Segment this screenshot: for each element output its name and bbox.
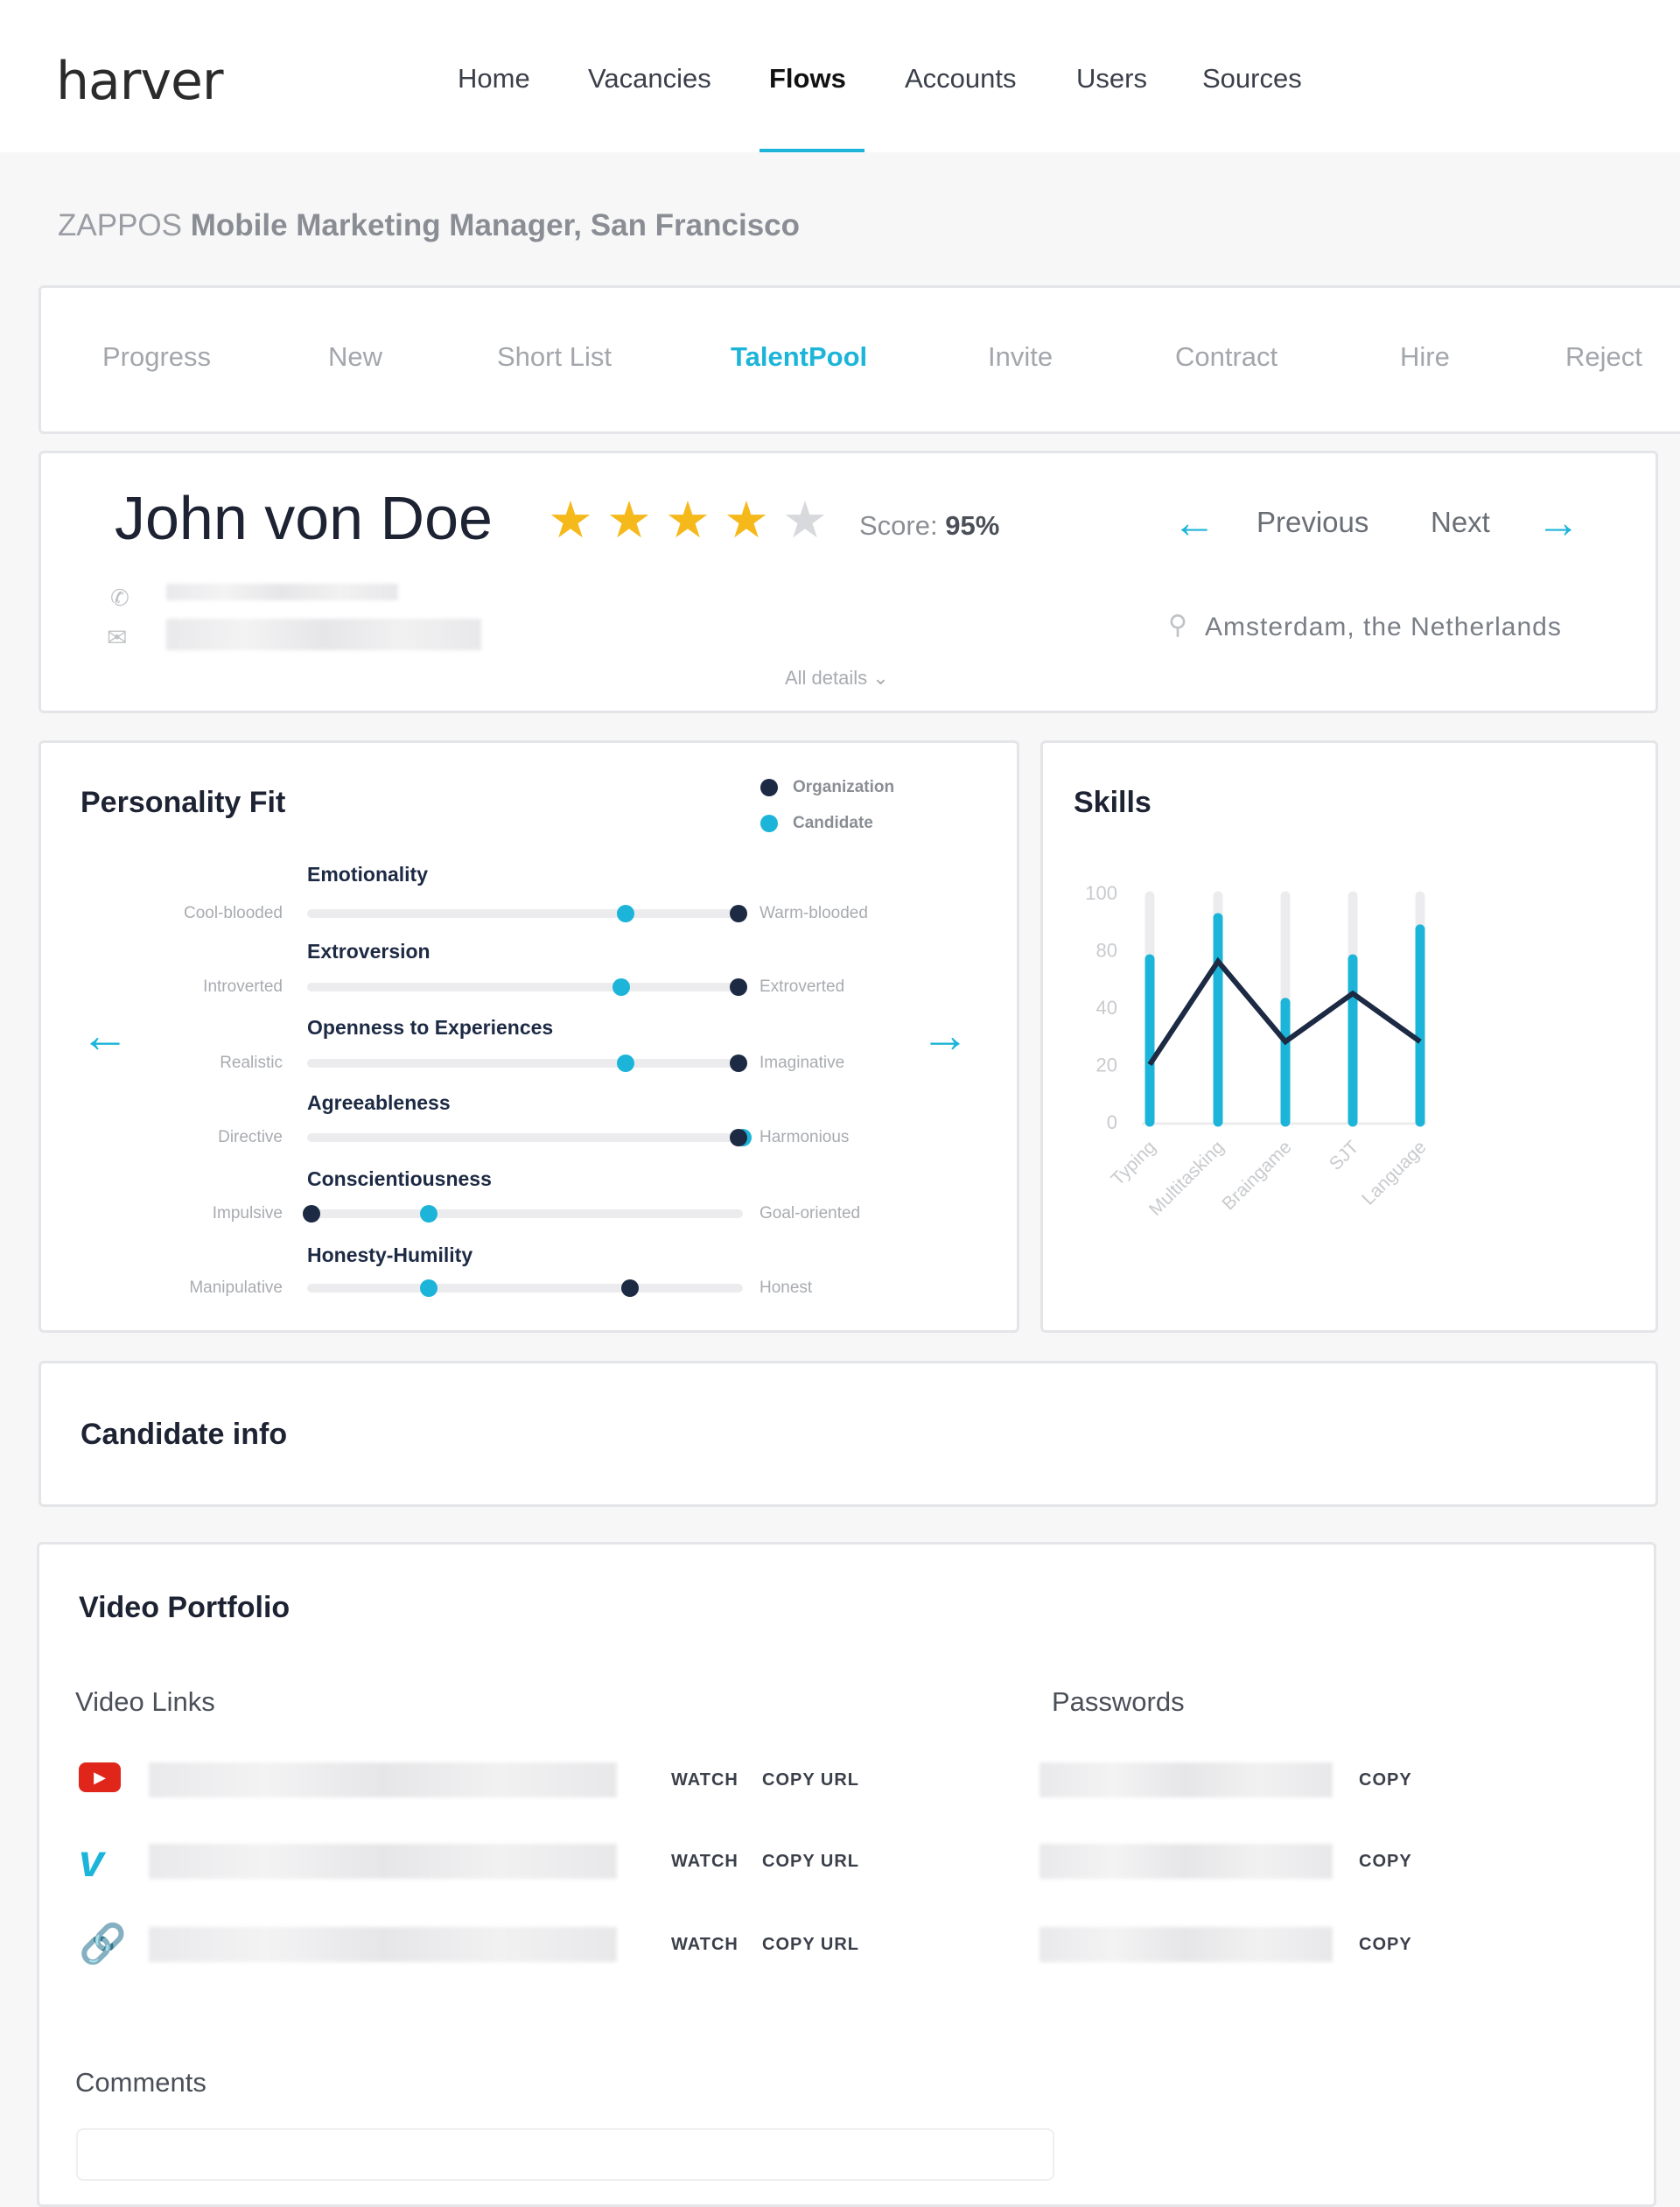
category-label: SJT [1326,1137,1363,1174]
copy-url-button[interactable]: COPY URL [762,1770,859,1790]
passwords-label: Passwords [1052,1686,1185,1717]
watch-button[interactable]: WATCH [671,1935,738,1955]
link-icon: 🔗 [79,1923,127,1965]
y-tick-label: 0 [1107,1111,1117,1133]
vimeo-icon: v [79,1836,104,1887]
video-links-label: Video Links [75,1686,215,1717]
copy-button[interactable]: COPY [1359,1770,1412,1790]
copy-url-button[interactable]: COPY URL [762,1852,859,1872]
video-portfolio-title: Video Portfolio [79,1591,290,1624]
y-tick-label: 40 [1096,997,1117,1019]
skills-chart: 0204080100TypingMultitaskingBraingame SJT… [1085,882,1430,1220]
category-label: Language [1358,1137,1430,1209]
copy-url-button[interactable]: COPY URL [762,1935,859,1955]
y-tick-label: 20 [1096,1054,1117,1076]
password-redacted [1040,1927,1333,1962]
video-link-redacted [149,1762,617,1797]
category-label: Typing [1108,1137,1160,1189]
copy-button[interactable]: COPY [1359,1935,1412,1955]
watch-button[interactable]: WATCH [671,1852,738,1872]
video-link-redacted [149,1927,617,1962]
youtube-icon: ▶ [79,1762,121,1792]
candidate-info-title[interactable]: Candidate info [80,1418,287,1452]
copy-button[interactable]: COPY [1359,1852,1412,1872]
category-label: Braingame [1218,1137,1295,1214]
comments-label: Comments [75,2067,206,2098]
y-tick-label: 100 [1085,882,1117,904]
video-link-redacted [149,1844,617,1879]
comment-input[interactable] [76,2128,1054,2181]
watch-button[interactable]: WATCH [671,1770,738,1790]
password-redacted [1040,1844,1333,1879]
password-redacted [1040,1762,1333,1797]
y-tick-label: 80 [1096,940,1117,962]
